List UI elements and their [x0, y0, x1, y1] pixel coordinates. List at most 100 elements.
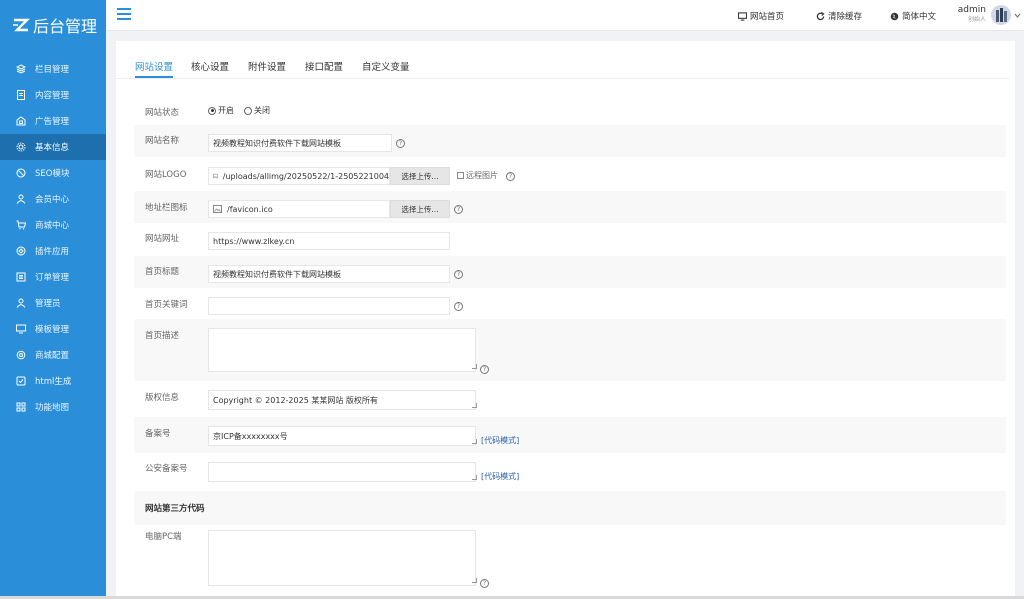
status-on-radio[interactable]: 开启 [208, 105, 234, 116]
sidebar-item-label: html生成 [35, 377, 72, 387]
sidebar-item-label: 内容管理 [35, 91, 70, 101]
form-row-third-party-title: 网站第三方代码 [134, 491, 1006, 525]
globe-icon [890, 12, 899, 20]
sidebar-item-label: 基本信息 [35, 143, 70, 153]
tab-custom-variables[interactable]: 自定义变量 [362, 59, 410, 73]
tab-api-config[interactable]: 接口配置 [305, 59, 343, 73]
help-icon[interactable]: ? [454, 270, 463, 279]
logo-upload-button[interactable]: 选择上传... [390, 167, 450, 185]
help-icon[interactable]: ? [454, 205, 463, 214]
form-row-icp: 备案号 京ICP备xxxxxxxx号 [代码模式] [134, 417, 1006, 453]
sidebar-item-9[interactable]: 管理员 [0, 290, 106, 316]
settings-card: 网站设置 核心设置 附件设置 接口配置 自定义变量 网站状态 开启 关闭 网站名… [116, 41, 1015, 599]
tab-core-settings[interactable]: 核心设置 [191, 59, 229, 73]
copyright-textarea[interactable]: Copyright © 2012-2025 某某网站 版权所有 [208, 390, 476, 410]
sidebar-item-12[interactable]: html生成 [0, 368, 106, 394]
chevron-down-icon[interactable] [1014, 12, 1021, 19]
site-url-input[interactable]: https://www.zlkey.cn [208, 232, 450, 250]
site-home-link[interactable]: 网站首页 [738, 9, 784, 23]
user-info[interactable]: admin 创始人 [956, 5, 986, 24]
sidebar-item-label: 模板管理 [35, 325, 70, 335]
top-header: 网站首页 清除缓存 简体中文 admin 创始人 [106, 0, 1024, 31]
resize-handle-icon[interactable] [472, 439, 477, 444]
radio-checked-icon [208, 106, 216, 115]
home-description-textarea[interactable] [208, 328, 476, 372]
menu-toggle-button[interactable] [117, 8, 131, 20]
tab-site-settings[interactable]: 网站设置 [135, 59, 173, 73]
language-label: 简体中文 [902, 12, 937, 22]
site-home-label: 网站首页 [750, 12, 785, 22]
user-icon [16, 194, 26, 204]
ad-icon [16, 116, 26, 126]
help-icon[interactable]: ? [396, 139, 405, 148]
clear-cache-link[interactable]: 清除缓存 [816, 9, 862, 23]
icp-code-mode-link[interactable]: [代码模式] [481, 435, 519, 446]
sidebar-item-5[interactable]: 会员中心 [0, 186, 106, 212]
language-link[interactable]: 简体中文 [890, 9, 936, 23]
settings-tabs: 网站设置 核心设置 附件设置 接口配置 自定义变量 [116, 41, 1009, 79]
sidebar-item-7[interactable]: 插件应用 [0, 238, 106, 264]
sidebar-item-2[interactable]: 广告管理 [0, 108, 106, 134]
user-name: admin [957, 5, 986, 15]
cart-icon [16, 220, 26, 230]
icp-textarea[interactable]: 京ICP备xxxxxxxx号 [208, 426, 476, 446]
home-title-input[interactable]: 视频教程知识付费软件下载网站模板 [208, 265, 450, 283]
police-textarea[interactable] [208, 462, 476, 482]
home-keywords-label: 首页关键词 [145, 300, 188, 310]
resize-handle-icon[interactable] [472, 578, 477, 583]
sidebar-item-label: 会员中心 [35, 195, 70, 205]
copyright-label: 版权信息 [145, 393, 180, 403]
resize-handle-icon[interactable] [472, 475, 477, 480]
resize-handle-icon[interactable] [472, 403, 477, 408]
sidebar-item-13[interactable]: 功能地图 [0, 394, 106, 420]
form-row-favicon: 地址栏图标 /favicon.ico 选择上传... ? [134, 191, 1006, 223]
admin-icon [16, 298, 26, 308]
favicon-path-value: /favicon.ico [227, 204, 273, 214]
active-tab-indicator [135, 76, 173, 78]
help-icon[interactable]: ? [480, 579, 489, 588]
settings-icon [16, 350, 26, 360]
settings-form: 网站状态 开启 关闭 网站名称 视频教程知识付费软件下载网站模板 ? 网站LOG… [134, 95, 1006, 590]
sidebar-item-8[interactable]: 订单管理 [0, 264, 106, 290]
status-off-radio[interactable]: 关闭 [244, 105, 270, 116]
sidebar-item-label: 广告管理 [35, 117, 70, 127]
logo-path-input[interactable]: /uploads/allimg/20250522/1-2505221004 [208, 167, 390, 185]
sidebar-item-1[interactable]: 内容管理 [0, 82, 106, 108]
tab-attachment-settings[interactable]: 附件设置 [248, 59, 286, 73]
logo-path-value: /uploads/allimg/20250522/1-2505221004 [222, 171, 389, 181]
site-name-input[interactable]: 视频教程知识付费软件下载网站模板 [208, 134, 392, 152]
form-row-status: 网站状态 开启 关闭 [134, 95, 1006, 125]
site-name-label: 网站名称 [145, 136, 180, 146]
logo-text: 后台管理 [33, 17, 98, 36]
clear-cache-label: 清除缓存 [828, 12, 863, 22]
help-icon[interactable]: ? [506, 172, 515, 181]
remote-image-checkbox[interactable]: 远程图片 [457, 170, 498, 181]
grid-icon [16, 402, 26, 412]
pc-code-textarea[interactable] [208, 530, 476, 586]
sidebar-item-3[interactable]: 基本信息 [0, 134, 106, 160]
sidebar-item-11[interactable]: 商城配置 [0, 342, 106, 368]
favicon-path-input[interactable]: /favicon.ico [208, 200, 390, 218]
logo[interactable]: 后台管理 [0, 0, 106, 50]
sidebar-item-label: 插件应用 [35, 247, 70, 257]
home-title-label: 首页标题 [145, 267, 180, 277]
status-on-label: 开启 [218, 106, 234, 115]
sidebar-item-label: 栏目管理 [35, 65, 70, 75]
help-icon[interactable]: ? [454, 302, 463, 311]
radio-unchecked-icon [244, 106, 252, 115]
favicon-upload-button[interactable]: 选择上传... [390, 200, 450, 218]
police-code-mode-link[interactable]: [代码模式] [481, 471, 519, 482]
status-label: 网站状态 [145, 108, 180, 118]
image-icon [213, 173, 218, 179]
resize-handle-icon[interactable] [472, 364, 477, 369]
sidebar-item-10[interactable]: 模板管理 [0, 316, 106, 342]
form-row-home-title: 首页标题 视频教程知识付费软件下载网站模板 ? [134, 256, 1006, 288]
avatar[interactable] [991, 5, 1011, 25]
form-row-police: 公安备案号 [代码模式] [134, 453, 1006, 491]
sidebar-item-4[interactable]: SEO模块 [0, 160, 106, 186]
sidebar-item-6[interactable]: 商城中心 [0, 212, 106, 238]
checkbox-icon [457, 172, 464, 179]
help-icon[interactable]: ? [480, 365, 489, 374]
sidebar-item-0[interactable]: 栏目管理 [0, 56, 106, 82]
home-keywords-input[interactable] [208, 297, 450, 315]
